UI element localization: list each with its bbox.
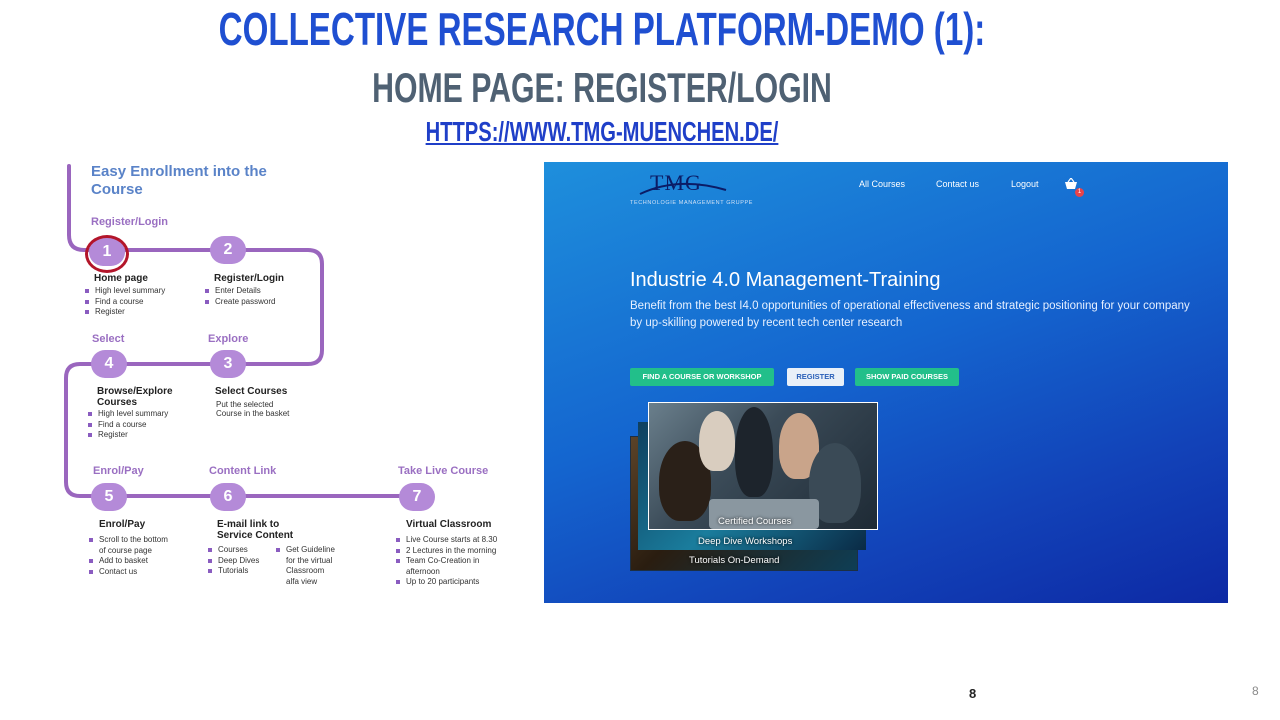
step-4-title: Browse/Explore Courses: [97, 386, 173, 408]
phase-register-login: Register/Login: [91, 216, 169, 228]
step-6-guideline-bullet: Get Guideline for the virtual Classroom …: [276, 545, 335, 587]
list-item: Get Guideline for the virtual Classroom …: [276, 545, 335, 587]
step-3-description: Put the selected Course in the basket: [216, 400, 290, 418]
website-link[interactable]: https://www.tmg-muenchen.de/: [169, 116, 1036, 148]
show-paid-courses-button[interactable]: SHOW PAID COURSES: [855, 368, 959, 386]
step-5-title: Enrol/Pay: [99, 519, 146, 530]
step-2-title: Register/Login: [214, 273, 285, 284]
step-6-circle: 6: [210, 483, 246, 511]
phase-enrol-pay: Enrol/Pay: [93, 465, 144, 477]
flow-heading: Easy Enrollment into the Course: [91, 163, 267, 198]
course-cards-collage: Tutorials On-Demand Deep Dive Workshops …: [630, 402, 880, 574]
step-6-bullets: Courses Deep Dives Tutorials: [208, 545, 259, 577]
step-7-title: Virtual Classroom: [406, 519, 492, 530]
step-7-bullets: Live Course starts at 8.30 2 Lectures in…: [396, 535, 497, 588]
list-item: Create password: [205, 297, 275, 308]
step-1-bullets: High level summary Find a course Registe…: [85, 286, 165, 318]
list-item: Enter Details: [205, 286, 275, 297]
step-3-circle: 3: [210, 350, 246, 378]
step-6-title: E-mail link to Service Content: [217, 519, 294, 541]
tmg-logo[interactable]: TMG TECHNOLOGIE MANAGEMENT GRUPPE: [630, 170, 770, 210]
list-item: 2 Lectures in the morning: [396, 546, 497, 557]
enrollment-flow-diagram: Easy Enrollment into the Course Register…: [60, 160, 530, 600]
logo-subtitle: TECHNOLOGIE MANAGEMENT GRUPPE: [630, 200, 754, 206]
step-2-circle: 2: [210, 236, 246, 264]
list-item: Up to 20 participants: [396, 577, 497, 588]
list-item: High level summary: [88, 409, 168, 420]
phase-explore: Explore: [208, 333, 249, 345]
phase-content-link: Content Link: [209, 465, 277, 477]
list-item: Contact us: [89, 567, 168, 578]
find-course-button[interactable]: FIND A COURSE OR WORKSHOP: [630, 368, 774, 386]
list-item: Courses: [208, 545, 259, 556]
page-number: 8: [969, 686, 977, 701]
logo-text: TMG: [650, 170, 702, 195]
step-4-bullets: High level summary Find a course Registe…: [88, 409, 168, 441]
step-5-circle: 5: [91, 483, 127, 511]
nav-contact-us[interactable]: Contact us: [936, 179, 979, 189]
step-4-circle: 4: [91, 350, 127, 378]
step-3-title: Select Courses: [215, 386, 288, 397]
step-1-title: Home page: [94, 273, 148, 284]
step-7-circle: 7: [399, 483, 435, 511]
photo-person: [699, 411, 735, 471]
deep-dive-label: Deep Dive Workshops: [698, 536, 793, 547]
slide-subtitle: Home Page: Register/Login: [372, 64, 832, 111]
list-item: Find a course: [85, 297, 165, 308]
certified-courses-card[interactable]: Certified Courses: [648, 402, 878, 530]
list-item: Team Co-Creation in afternoon: [396, 556, 497, 577]
step-5-bullets: Scroll to the bottom of course page Add t…: [89, 535, 168, 577]
phase-take-live-course: Take Live Course: [398, 465, 489, 477]
list-item: Add to basket: [89, 556, 168, 567]
list-item: Register: [85, 307, 165, 318]
register-button[interactable]: REGISTER: [787, 368, 844, 386]
slide-title: Collective Research Platform-Demo (1):: [218, 3, 986, 55]
cart-count-badge: 1: [1075, 188, 1084, 197]
hero-description: Benefit from the best I4.0 opportunities…: [630, 300, 1190, 329]
tutorials-label: Tutorials On-Demand: [689, 555, 780, 566]
tmg-website-screenshot: TMG TECHNOLOGIE MANAGEMENT GRUPPE All Co…: [544, 162, 1228, 603]
list-item: Deep Dives: [208, 556, 259, 567]
list-item: High level summary: [85, 286, 165, 297]
list-item: Tutorials: [208, 566, 259, 577]
slide-number: 8: [1252, 684, 1259, 698]
list-item: Live Course starts at 8.30: [396, 535, 497, 546]
nav-all-courses[interactable]: All Courses: [859, 179, 905, 189]
photo-person: [735, 407, 773, 497]
list-item: Find a course: [88, 420, 168, 431]
nav-logout[interactable]: Logout: [1011, 179, 1039, 189]
hero-title: Industrie 4.0 Management-Training: [630, 269, 941, 291]
list-item: Register: [88, 430, 168, 441]
step-1-highlight-ring: [85, 235, 129, 273]
certified-courses-label: Certified Courses: [718, 516, 792, 527]
step-2-bullets: Enter Details Create password: [205, 286, 275, 307]
list-item: Scroll to the bottom of course page: [89, 535, 168, 556]
phase-select: Select: [92, 333, 125, 345]
